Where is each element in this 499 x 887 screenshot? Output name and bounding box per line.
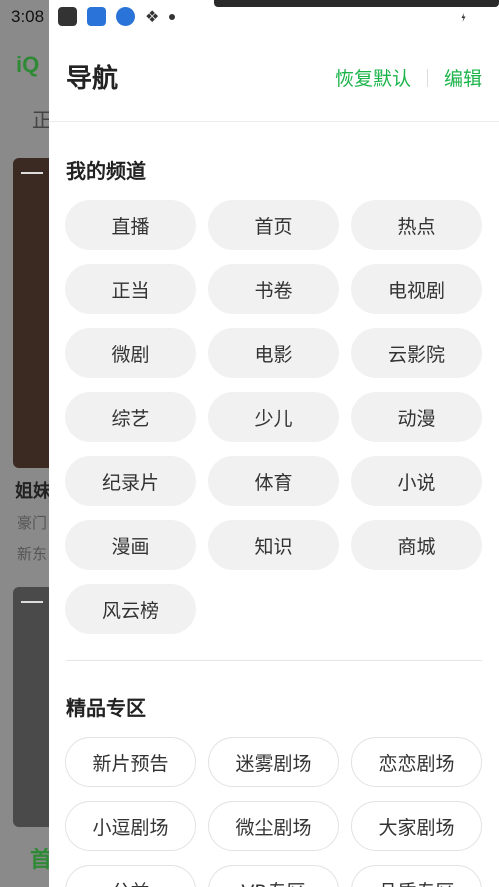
lock-icon [116, 7, 135, 26]
premium-chip[interactable]: 大家剧场 [351, 801, 482, 851]
add-list-icon [21, 172, 43, 190]
premium-chip[interactable]: 新片预告 [65, 737, 196, 787]
premium-chip[interactable]: 微尘剧场 [208, 801, 339, 851]
usb-icon: ❖ [145, 7, 160, 26]
status-bar: 3:08 ❖ [0, 0, 499, 34]
navigation-drawer: 导航 恢复默认 编辑 我的频道 直播 首页 热点 正当 书卷 电视剧 微剧 电影… [49, 0, 499, 887]
channel-chip[interactable]: 商城 [351, 520, 482, 570]
channel-chip[interactable]: 漫画 [65, 520, 196, 570]
screen-notch [214, 0, 499, 7]
channel-chip[interactable]: 电视剧 [351, 264, 482, 314]
add-list-icon [21, 601, 43, 619]
channel-chip[interactable]: 小说 [351, 456, 482, 506]
channel-chip[interactable]: 正当 [65, 264, 196, 314]
channel-chip[interactable]: 知识 [208, 520, 339, 570]
header-separator [426, 68, 428, 87]
header-actions: 恢复默认 编辑 [335, 64, 482, 91]
status-right-icons [406, 8, 469, 26]
channel-chip[interactable]: 微剧 [65, 328, 196, 378]
app-notification-icon [87, 7, 106, 26]
background-card-title: 姐妹 [15, 481, 51, 502]
channel-chip[interactable]: 首页 [208, 200, 339, 250]
app-logo: iQ [16, 52, 40, 77]
channel-chip[interactable]: 热点 [351, 200, 482, 250]
background-card-line: 豪门 [17, 514, 48, 532]
battery-icon [458, 8, 469, 25]
premium-chip[interactable]: 小逗剧场 [65, 801, 196, 851]
channel-chip[interactable]: 少儿 [208, 392, 339, 442]
channel-chip[interactable]: 综艺 [65, 392, 196, 442]
my-channels-grid: 直播 首页 热点 正当 书卷 电视剧 微剧 电影 云影院 综艺 少儿 动漫 纪录… [65, 200, 483, 634]
premium-chip[interactable]: VR专区 [208, 865, 339, 887]
channel-chip[interactable]: 书卷 [208, 264, 339, 314]
channel-chip[interactable]: 云影院 [351, 328, 482, 378]
drawer-title: 导航 [66, 64, 119, 94]
premium-chip[interactable]: 公益 [65, 865, 196, 887]
channel-chip[interactable]: 直播 [65, 200, 196, 250]
restore-default-button[interactable]: 恢复默认 [335, 64, 411, 91]
background-card-line: 新东 [17, 545, 48, 563]
status-time: 3:08 [11, 7, 45, 26]
channel-chip[interactable]: 电影 [208, 328, 339, 378]
edit-button[interactable]: 编辑 [444, 64, 482, 91]
premium-chip[interactable]: 恋恋剧场 [351, 737, 482, 787]
channel-chip[interactable]: 风云榜 [65, 584, 196, 634]
premium-chip[interactable]: 迷雾剧场 [208, 737, 339, 787]
notification-icons: ❖ [58, 7, 176, 26]
premium-chip[interactable]: 品质专区 [351, 865, 482, 887]
wifi-icon [407, 9, 427, 25]
my-channels-title: 我的频道 [66, 159, 146, 183]
premium-section-title: 精品专区 [66, 696, 146, 720]
channel-chip[interactable]: 纪录片 [65, 456, 196, 506]
more-dot-icon [169, 13, 176, 20]
section-divider [66, 660, 482, 661]
signal-icon [435, 9, 451, 25]
premium-grid: 新片预告 迷雾剧场 恋恋剧场 小逗剧场 微尘剧场 大家剧场 公益 VR专区 品质… [65, 737, 483, 887]
message-icon [58, 7, 77, 26]
channel-chip[interactable]: 动漫 [351, 392, 482, 442]
channel-chip[interactable]: 体育 [208, 456, 339, 506]
